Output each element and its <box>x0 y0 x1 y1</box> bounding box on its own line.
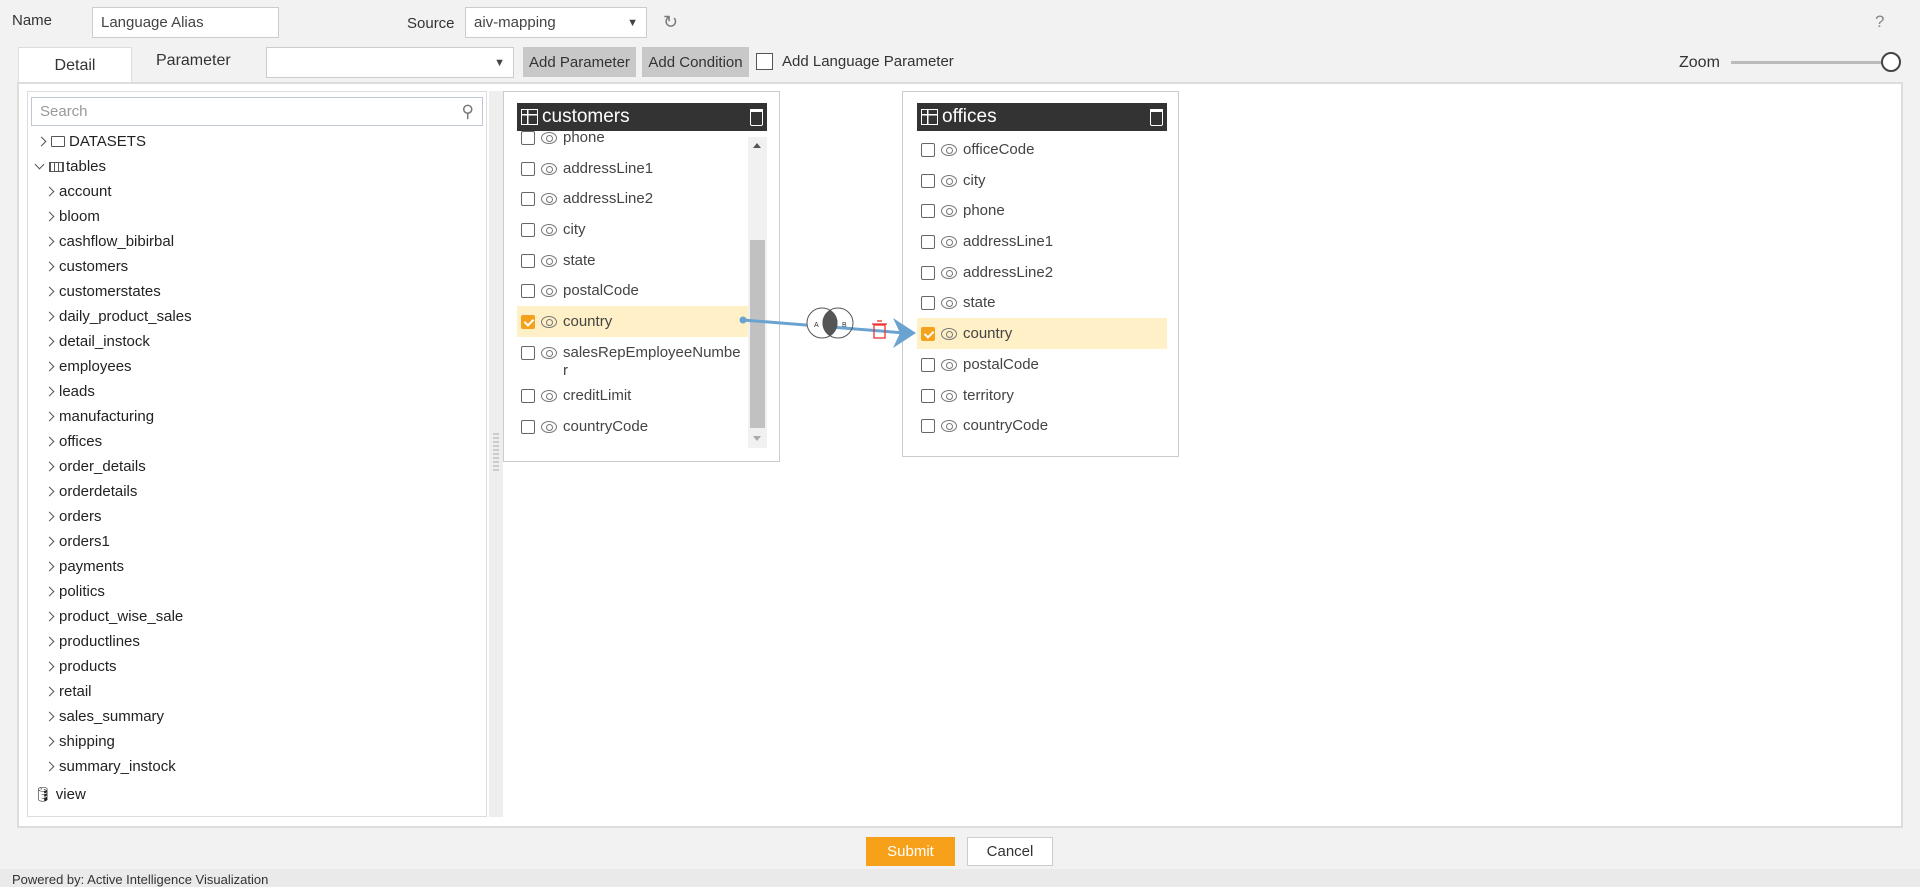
join-right-label: B <box>842 322 847 329</box>
cancel-button[interactable]: Cancel <box>967 837 1053 866</box>
join-start-dot <box>739 316 747 324</box>
powered-by-text: Powered by: Active Intelligence Visualiz… <box>12 872 269 887</box>
inner-join-icon[interactable]: A B <box>806 307 854 339</box>
join-left-label: A <box>814 322 819 329</box>
submit-button[interactable]: Submit <box>866 837 955 866</box>
join-connector: A B <box>739 307 916 348</box>
